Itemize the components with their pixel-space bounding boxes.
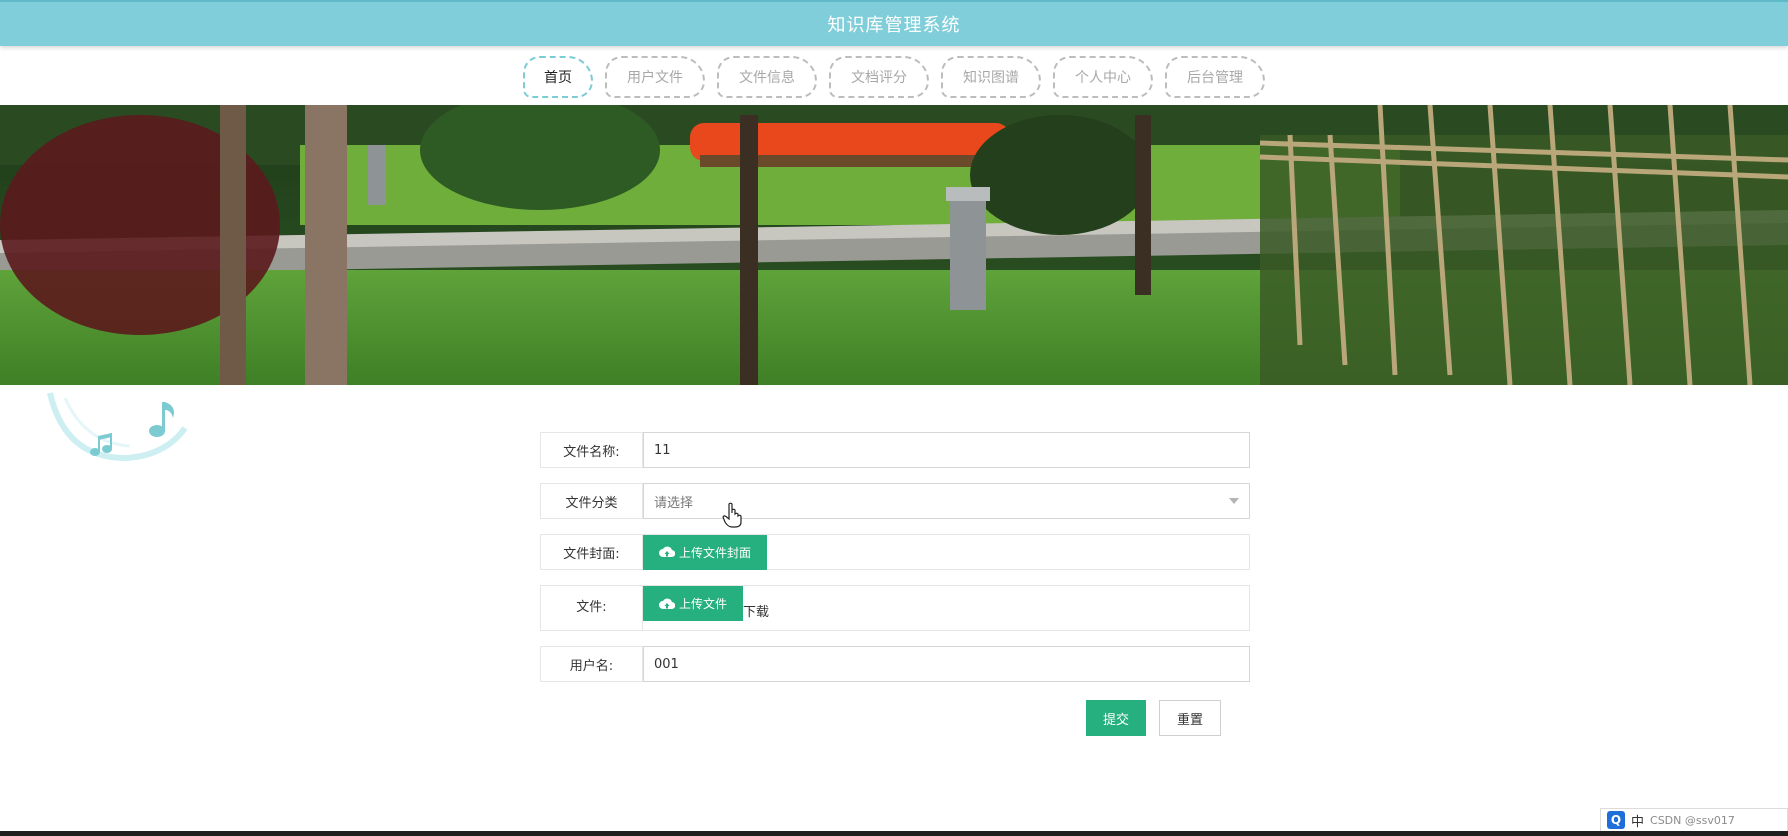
cloud-upload-icon (659, 546, 675, 558)
nav-label: 知识图谱 (963, 69, 1019, 86)
reset-button[interactable]: 重置 (1159, 700, 1221, 736)
nav-label: 首页 (544, 69, 572, 86)
username-input[interactable]: 001 (643, 646, 1250, 682)
nav-item-personal-center[interactable]: 个人中心 (1053, 55, 1153, 98)
system-tray: Q 中 CSDN @ssv017 (1600, 808, 1788, 832)
form-actions: 提交 重置 (1086, 700, 1221, 736)
username-label: 用户名: (541, 647, 643, 681)
download-link[interactable]: 下载 (743, 601, 769, 620)
site-title: 知识库管理系统 (827, 15, 961, 36)
taskbar-edge (0, 831, 1788, 836)
banner-image (0, 105, 1788, 385)
hand-cursor-icon (722, 502, 742, 528)
submit-button[interactable]: 提交 (1086, 700, 1146, 736)
form-row-cover: 文件封面: 上传文件封面 (540, 534, 1250, 570)
file-form: 文件名称: 11 文件分类 请选择 文件封面: 上传文件封面 文件: 上传文件 … (540, 432, 1250, 697)
watermark-text: CSDN @ssv017 (1650, 813, 1735, 827)
nav-label: 后台管理 (1187, 69, 1243, 86)
file-label: 文件: (541, 586, 643, 630)
nav-label: 文件信息 (739, 69, 795, 86)
cloud-upload-icon (659, 598, 675, 609)
form-row-category: 文件分类 请选择 (540, 483, 1250, 519)
nav-item-admin[interactable]: 后台管理 (1165, 55, 1265, 98)
header-bar: 知识库管理系统 (0, 0, 1788, 46)
nav-item-file-info[interactable]: 文件信息 (717, 55, 817, 98)
category-label: 文件分类 (541, 484, 643, 518)
nav-item-user-files[interactable]: 用户文件 (605, 55, 705, 98)
main-nav: 首页 用户文件 文件信息 文档评分 知识图谱 个人中心 后台管理 (0, 48, 1788, 105)
category-placeholder: 请选择 (654, 495, 694, 511)
cover-field: 上传文件封面 (643, 534, 1249, 570)
file-field: 上传文件 下载 (643, 586, 1249, 630)
nav-label: 个人中心 (1075, 69, 1131, 86)
upload-file-label: 上传文件 (679, 597, 728, 611)
chevron-down-icon (1229, 498, 1239, 504)
music-note-icon (47, 392, 188, 462)
form-row-username: 用户名: 001 (540, 646, 1250, 682)
cover-label: 文件封面: (541, 535, 643, 569)
input-method-label[interactable]: 中 (1631, 811, 1644, 830)
nav-item-home[interactable]: 首页 (523, 55, 593, 98)
file-name-label: 文件名称: (541, 433, 643, 467)
page: 知识库管理系统 首页 用户文件 文件信息 文档评分 知识图谱 个人中心 后台管理 (0, 0, 1788, 836)
upload-cover-label: 上传文件封面 (679, 545, 752, 560)
upload-cover-button[interactable]: 上传文件封面 (643, 534, 768, 570)
nav-label: 用户文件 (627, 69, 683, 86)
upload-file-button[interactable]: 上传文件 (643, 586, 744, 621)
nav-label: 文档评分 (851, 69, 907, 86)
nav-item-knowledge-graph[interactable]: 知识图谱 (941, 55, 1041, 98)
form-row-file: 文件: 上传文件 下载 (540, 585, 1250, 631)
input-method-icon[interactable]: Q (1607, 811, 1625, 829)
nav-item-doc-rating[interactable]: 文档评分 (829, 55, 929, 98)
form-row-file-name: 文件名称: 11 (540, 432, 1250, 468)
file-name-input[interactable]: 11 (643, 432, 1250, 468)
